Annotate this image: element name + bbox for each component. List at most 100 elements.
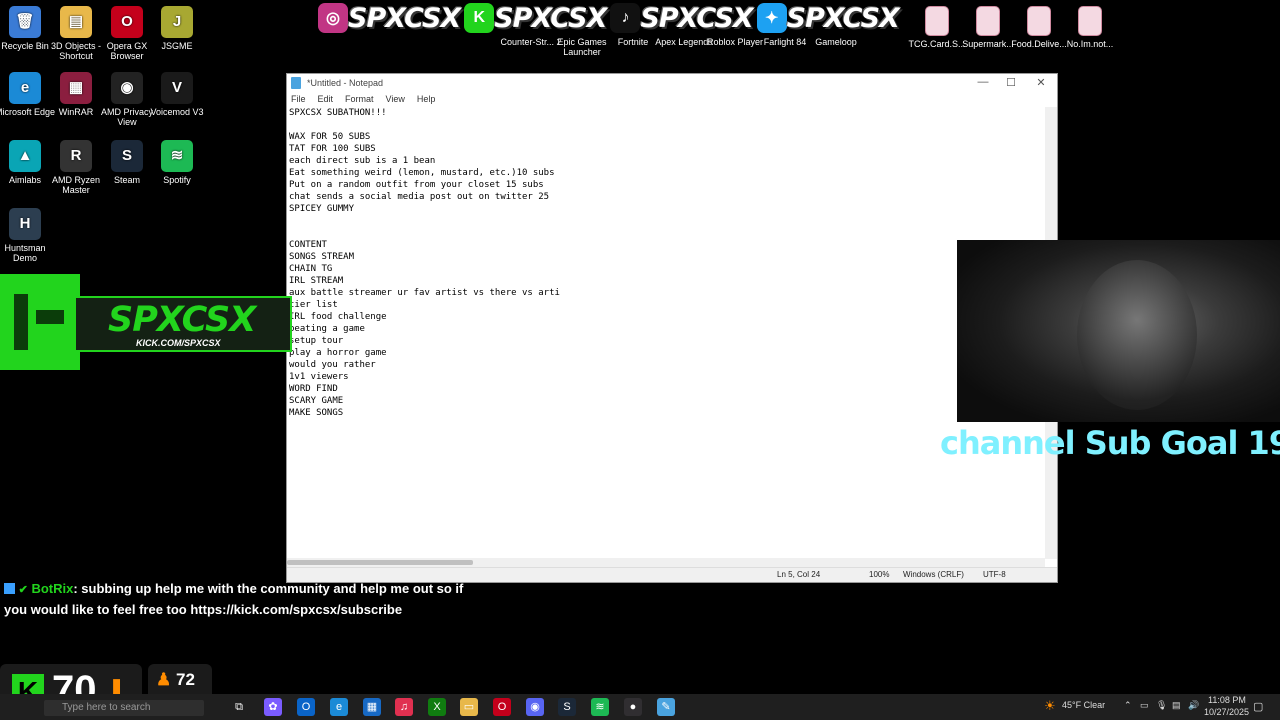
kick-logo-icon — [0, 274, 80, 370]
edge-icon[interactable]: e — [330, 698, 348, 716]
desktop-icon[interactable]: ≋ Spotify — [146, 140, 208, 185]
notepad-titlebar[interactable]: *Untitled - Notepad — [287, 74, 1057, 92]
kick-channel-name: SPXCSX — [108, 300, 256, 340]
jsgme-icon: J — [161, 6, 193, 38]
outlook-icon[interactable]: O — [297, 698, 315, 716]
edge-icon: e — [9, 72, 41, 104]
menu-help[interactable]: Help — [417, 94, 436, 108]
zoom-level: 100% — [869, 570, 890, 579]
kick-icon: K — [464, 3, 495, 33]
desktop-icon-label: Gameloop — [815, 37, 857, 47]
pdf-file-icon — [925, 6, 949, 36]
store-icon[interactable]: ▦ — [363, 698, 381, 716]
gameloop-icon — [825, 6, 847, 34]
desktop-icon[interactable]: Gameloop — [805, 6, 867, 47]
pdf-file-icon — [1078, 6, 1102, 36]
ryzen-icon: R — [60, 140, 92, 172]
clock-date[interactable]: 10/27/2025 — [1204, 707, 1249, 717]
sub-goal-text: Sub Goal 19/25 — [1084, 424, 1280, 462]
notification-icon[interactable]: ▢ — [1253, 700, 1263, 713]
line-ending: Windows (CRLF) — [903, 570, 964, 579]
maximize-button[interactable]: ☐ — [1001, 76, 1021, 89]
cursor-position: Ln 5, Col 24 — [777, 570, 821, 579]
chevron-up-icon[interactable]: ⌃ — [1124, 700, 1132, 711]
desktop-icon-label: Huntsman Demo — [4, 243, 46, 263]
desktop-icon-label: No.Im.not... — [1066, 39, 1114, 49]
recycle-bin-icon: 🗑 — [9, 6, 41, 38]
winrar-icon: ▦ — [60, 72, 92, 104]
weather-icon[interactable]: ☀ — [1044, 698, 1056, 714]
spotify-icon: ≋ — [161, 140, 193, 172]
search-placeholder: Type here to search — [62, 702, 151, 713]
epic-games-icon — [571, 6, 593, 34]
minimize-button[interactable]: — — [973, 76, 993, 88]
viewer-row-top: ♟ 72 — [156, 670, 195, 690]
encoding: UTF-8 — [983, 570, 1006, 579]
opera-gx-icon: O — [111, 6, 143, 38]
webcam-feed — [957, 240, 1280, 422]
steam-icon[interactable]: S — [558, 698, 576, 716]
weather-text[interactable]: 45°F Clear — [1062, 700, 1105, 710]
chat-username: BotRix — [31, 581, 74, 596]
apex-icon — [673, 6, 695, 34]
counter-strike-icon — [520, 6, 542, 34]
notepad-icon — [291, 77, 301, 89]
kick-url: KICK.COM/SPXCSX — [136, 338, 221, 348]
instagram-icon: ◎ — [318, 3, 348, 33]
close-button[interactable]: ✕ — [1031, 76, 1051, 89]
clock-time[interactable]: 11:08 PM — [1208, 695, 1246, 705]
window-title: *Untitled - Notepad — [307, 78, 384, 88]
chat-message: ✔ BotRix: subbing up help me with the co… — [4, 579, 484, 619]
music-icon[interactable]: ♫ — [395, 698, 413, 716]
taskbar: Type here to search ⧉ ✿ Oe ▦ ♫ X ▭ O ◉ S ≋ ● ✎ ☀ 45°… — [0, 694, 1280, 720]
scroll-thumb[interactable] — [287, 560, 473, 565]
text-editor[interactable]: SPXCSX SUBATHON!!! WAX FOR 50 SUBS TAT F… — [289, 107, 1041, 557]
battery-icon[interactable]: ▭ — [1140, 700, 1149, 711]
network-icon[interactable]: ▤ — [1172, 700, 1181, 711]
farlight-icon — [774, 6, 796, 34]
kick-overlay: SPXCSX KICK.COM/SPXCSX — [0, 274, 292, 370]
xbox-icon[interactable]: X — [428, 698, 446, 716]
menu-view[interactable]: View — [386, 94, 405, 108]
steam-icon: S — [111, 140, 143, 172]
menu-file[interactable]: File — [291, 94, 306, 108]
huntsman-icon: H — [9, 208, 41, 240]
desktop-icon-label: Voicemod V3 — [150, 107, 204, 117]
fortnite-icon — [622, 6, 644, 34]
desktop-icon-label: JSGME — [161, 41, 193, 51]
banner-handle: SPXCSX — [348, 2, 461, 34]
opera-gx-icon[interactable]: O — [493, 698, 511, 716]
person-icon: ♟ — [156, 670, 172, 689]
file-explorer-icon[interactable]: ▭ — [460, 698, 478, 716]
desktop-icon[interactable]: V Voicemod V3 — [146, 72, 208, 117]
roblox-icon — [724, 6, 746, 34]
microphone-icon[interactable]: 🎙 — [1156, 700, 1167, 711]
task-view-icon[interactable]: ⧉ — [230, 698, 248, 716]
menu-bar: File Edit Format View Help — [287, 94, 1057, 108]
aimlabs-icon: ▲ — [9, 140, 41, 172]
spotify-icon[interactable]: ≋ — [591, 698, 609, 716]
kick-badge-icon — [4, 583, 15, 594]
amd-privacy-icon: ◉ — [111, 72, 143, 104]
desktop-icon[interactable]: H Huntsman Demo — [0, 208, 56, 263]
pdf-file-icon — [1027, 6, 1051, 36]
copilot-icon[interactable]: ✿ — [264, 698, 282, 716]
discord-icon[interactable]: ◉ — [526, 698, 544, 716]
desktop-icon[interactable]: J JSGME — [146, 6, 208, 51]
notepad-window[interactable]: *Untitled - Notepad — ☐ ✕ File Edit Form… — [286, 73, 1058, 583]
webcam-subject — [1077, 260, 1197, 410]
voicemod-icon: V — [161, 72, 193, 104]
sub-goal-prefix: channel — [940, 424, 1076, 462]
obs-icon[interactable]: ● — [624, 698, 642, 716]
search-box[interactable]: Type here to search — [44, 700, 204, 716]
viewer-top-count: 72 — [175, 670, 195, 689]
folder-icon: ▤ — [60, 6, 92, 38]
notepad-icon[interactable]: ✎ — [657, 698, 675, 716]
desktop-icon-label: Spotify — [163, 175, 191, 185]
volume-icon[interactable]: 🔊 — [1188, 700, 1199, 711]
sub-goal-widget: channel Sub Goal 19/25 — [940, 424, 1280, 462]
desktop-icon[interactable]: No.Im.not... — [1059, 6, 1121, 49]
banner-segment: ◎ SPXCSX — [318, 2, 461, 34]
menu-format[interactable]: Format — [345, 94, 374, 108]
menu-edit[interactable]: Edit — [318, 94, 334, 108]
